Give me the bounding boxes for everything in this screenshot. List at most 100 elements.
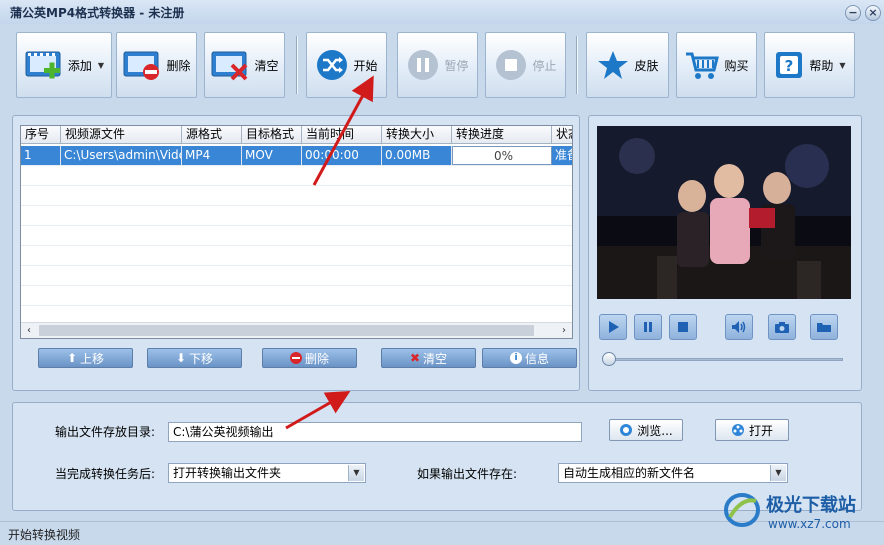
table-row[interactable]: 1 C:\Users\admin\Video... MP4 MOV 00:00:… [21, 146, 572, 166]
move-up-button[interactable]: ⬆ 上移 [38, 348, 133, 368]
clear-video-icon [211, 51, 248, 81]
pause-preview-button[interactable] [634, 314, 662, 340]
video-frame-image [597, 126, 851, 299]
skin-button[interactable]: 皮肤 [586, 32, 669, 98]
scroll-thumb[interactable] [39, 325, 534, 336]
info-icon: i [509, 352, 522, 364]
watermark-logo: 极光下载站 www.xz7.com [722, 487, 882, 533]
info-label: 信息 [524, 351, 549, 366]
cell-file: C:\Users\admin\Video... [61, 146, 182, 165]
column-header[interactable]: 转换进度 [452, 126, 552, 143]
pause-icon [408, 50, 439, 80]
cell-index: 1 [21, 146, 61, 165]
status-text: 开始转换视频 [8, 528, 81, 542]
x-icon: ✖ [409, 351, 421, 365]
minimize-button[interactable]: − [845, 5, 861, 21]
column-header[interactable]: 当前时间 [302, 126, 382, 143]
video-preview [597, 126, 851, 299]
pause-icon [644, 322, 652, 332]
watermark-title: 极光下载站 [766, 494, 856, 516]
move-down-button[interactable]: ⬇ 下移 [147, 348, 242, 368]
column-header[interactable]: 视频源文件 [61, 126, 182, 143]
output-dir-label: 输出文件存放目录: [55, 425, 156, 439]
if-exists-value: 自动生成相应的新文件名 [563, 466, 696, 480]
file-table: 序号 视频源文件 源格式 目标格式 当前时间 转换大小 转换进度 状态 1 C:… [20, 125, 573, 339]
move-up-label: 上移 [80, 351, 105, 366]
buy-button[interactable]: 购买 [676, 32, 757, 98]
film-reel-icon [731, 424, 744, 436]
stop-icon [678, 322, 688, 332]
help-button[interactable]: ? 帮助 ▼ [764, 32, 855, 98]
browse-label: 浏览... [637, 423, 673, 438]
pause-button[interactable]: 暂停 [397, 32, 478, 98]
cell-status: 准备 [552, 146, 572, 165]
toolbar-separator [576, 36, 578, 94]
scroll-right-icon[interactable]: › [556, 323, 572, 338]
column-header[interactable]: 序号 [21, 126, 61, 143]
open-folder-button[interactable] [810, 314, 838, 340]
minus-circle-icon [289, 352, 302, 364]
cell-current-time: 00:00:00 [302, 146, 382, 165]
shuffle-icon [317, 50, 348, 80]
speaker-icon [732, 321, 746, 333]
column-header[interactable]: 状态 [552, 126, 572, 143]
arrow-up-icon: ⬆ [66, 351, 78, 365]
scroll-left-icon[interactable]: ‹ [21, 323, 37, 338]
open-label: 打开 [748, 423, 773, 438]
cell-size: 0.00MB [382, 146, 452, 165]
table-row [21, 226, 572, 246]
stop-icon [496, 50, 527, 80]
column-header[interactable]: 转换大小 [382, 126, 452, 143]
chevron-down-icon[interactable]: ▼ [348, 465, 364, 481]
stop-preview-button[interactable] [669, 314, 697, 340]
skin-label: 皮肤 [634, 58, 659, 73]
seek-slider-thumb[interactable] [602, 352, 616, 366]
table-row [21, 266, 572, 286]
close-button[interactable]: × [865, 5, 881, 21]
watermark-url: www.xz7.com [768, 517, 851, 531]
output-dir-input[interactable]: C:\蒲公英视频输出 [168, 422, 582, 442]
folder-icon [817, 323, 831, 332]
horizontal-scrollbar[interactable]: ‹ › [21, 322, 572, 338]
table-row [21, 286, 572, 306]
browse-button[interactable]: 浏览... [609, 419, 683, 441]
column-header[interactable]: 源格式 [182, 126, 242, 143]
table-row [21, 246, 572, 266]
table-row [21, 186, 572, 206]
help-icon: ? [776, 52, 803, 78]
svg-text:?: ? [785, 57, 794, 75]
after-done-select[interactable]: 打开转换输出文件夹 ▼ [168, 463, 366, 483]
snapshot-button[interactable] [768, 314, 796, 340]
toolbar: 添加 ▼ 删除 清空 开始 暂停 停止 皮肤 购买 ? 帮助 ▼ [0, 24, 884, 106]
delete-label: 删除 [166, 58, 191, 73]
cell-source-format: MP4 [182, 146, 242, 165]
start-button[interactable]: 开始 [306, 32, 387, 98]
stop-button[interactable]: 停止 [485, 32, 566, 98]
seek-track[interactable] [603, 358, 843, 361]
chevron-down-icon[interactable]: ▼ [839, 61, 845, 70]
if-exists-select[interactable]: 自动生成相应的新文件名 ▼ [558, 463, 788, 483]
after-done-value: 打开转换输出文件夹 [173, 466, 282, 480]
start-label: 开始 [353, 58, 378, 73]
play-icon [609, 321, 619, 333]
column-header[interactable]: 目标格式 [242, 126, 302, 143]
title-bar: 蒲公英MP4格式转换器 - 未注册 − × [0, 0, 884, 24]
volume-button[interactable] [725, 314, 753, 340]
after-done-label: 当完成转换任务后: [55, 467, 156, 481]
add-video-icon [25, 51, 61, 79]
clear-list-button[interactable]: ✖ 清空 [381, 348, 476, 368]
browse-icon [620, 424, 633, 436]
camera-icon [775, 322, 789, 333]
window-title: 蒲公英MP4格式转换器 - 未注册 [10, 6, 185, 20]
delete-button[interactable]: 删除 [116, 32, 197, 98]
play-button[interactable] [599, 314, 627, 340]
star-icon [598, 51, 629, 79]
clear-button[interactable]: 清空 [204, 32, 285, 98]
remove-item-button[interactable]: 删除 [262, 348, 357, 368]
add-button[interactable]: 添加 ▼ [16, 32, 112, 98]
info-button[interactable]: i 信息 [482, 348, 577, 368]
chevron-down-icon[interactable]: ▼ [770, 465, 786, 481]
open-button[interactable]: 打开 [715, 419, 789, 441]
add-label: 添加 [67, 58, 92, 73]
chevron-down-icon[interactable]: ▼ [98, 61, 104, 70]
